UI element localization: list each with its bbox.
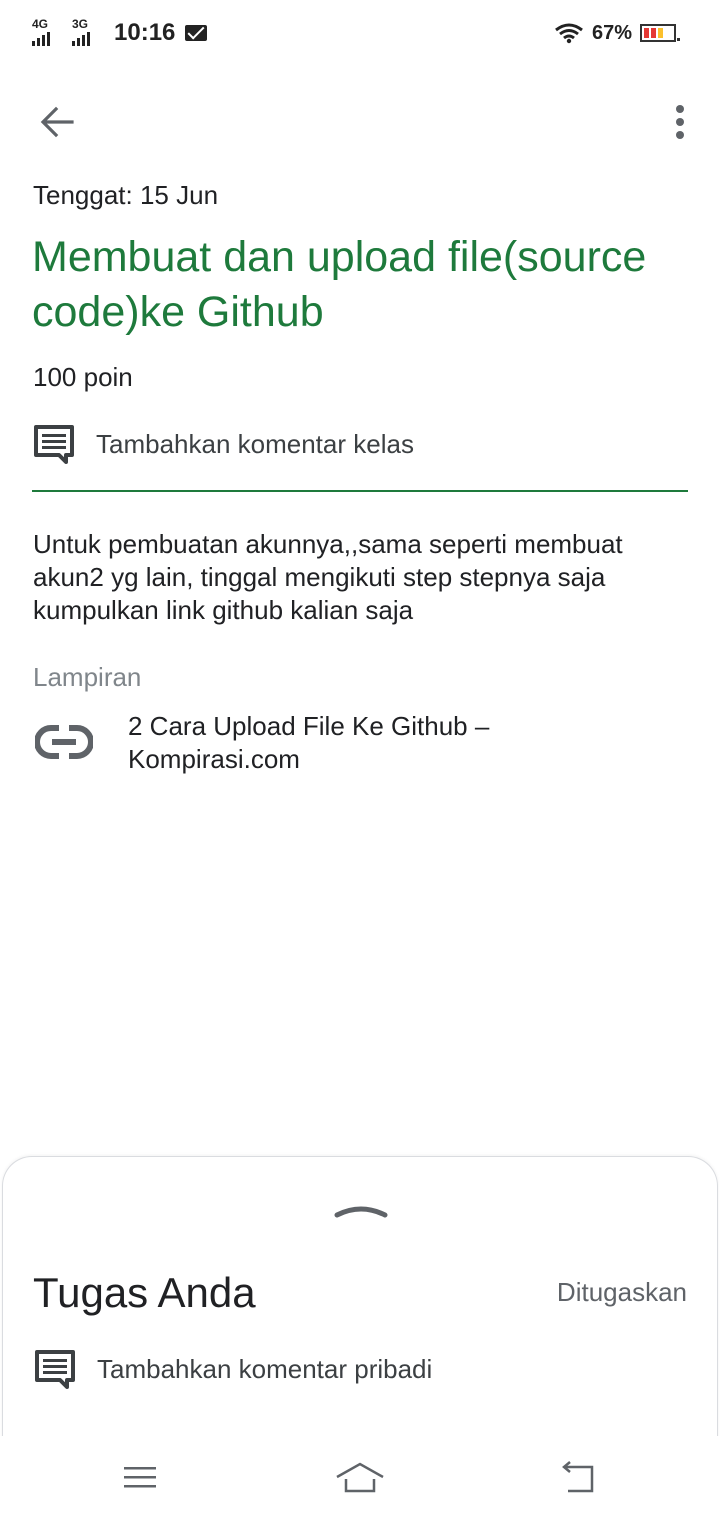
expand-sheet-handle[interactable] [333,1201,389,1221]
status-bar: 4G 3G 10:16 67% [0,0,720,66]
assignment-description: Untuk pembuatan akunnya,,sama seperti me… [33,528,693,627]
network-type-2: 3G [72,17,89,31]
comment-icon [35,1350,75,1389]
menu-icon [124,1467,156,1488]
wifi-icon [555,23,583,44]
add-class-comment-label: Tambahkan komentar kelas [96,428,414,459]
system-nav-bar [0,1436,720,1520]
add-private-comment-label: Tambahkan komentar pribadi [97,1353,433,1384]
more-options-button[interactable] [660,96,700,148]
signal-icon: 4G [32,18,66,48]
battery-icon [640,24,680,42]
attachment-link[interactable]: 2 Cara Upload File Ke Github – Kompirasi… [33,708,673,782]
nav-back-button[interactable] [548,1456,608,1500]
assignment-points: 100 poin [33,362,133,392]
description-line: Untuk pembuatan akunnya,,sama seperti me… [33,529,623,559]
link-icon [35,725,93,759]
nav-menu-button[interactable] [110,1456,170,1500]
assignment-status: Ditugaskan [556,1277,687,1307]
description-line: kumpulkan link github kalian saja [33,595,414,625]
due-date: Tenggat: 15 Jun [33,180,219,210]
network-type-1: 4G [32,17,49,31]
your-work-sheet[interactable]: Tugas Anda Ditugaskan Tambahkan komentar… [2,1156,718,1446]
home-icon [336,1462,384,1493]
attachments-heading: Lampiran [33,662,142,692]
back-icon [562,1461,594,1493]
signal-icon-2: 3G [72,18,106,48]
mail-icon [185,25,208,41]
arrow-back-icon [40,106,74,138]
divider [32,490,688,492]
status-left: 4G 3G 10:16 [32,16,208,50]
clock: 10:16 [114,19,176,46]
description-line: akun2 yg lain, tinggal mengikuti step st… [33,562,606,592]
more-vert-icon [676,105,684,139]
chevron-up-icon [334,1206,388,1218]
back-button[interactable] [30,96,82,148]
battery-percent: 67% [591,21,632,44]
add-private-comment-button[interactable]: Tambahkan komentar pribadi [34,1345,432,1393]
assignment-title: Membuat dan upload file(source code)ke G… [32,233,647,336]
status-right: 67% [554,18,680,48]
nav-home-button[interactable] [330,1456,390,1500]
attachment-title: 2 Cara Upload File Ke Github – Kompirasi… [128,711,490,774]
your-work-title: Tugas Anda [33,1269,256,1316]
add-class-comment-button[interactable]: Tambahkan komentar kelas [33,420,414,468]
comment-icon [34,425,74,464]
